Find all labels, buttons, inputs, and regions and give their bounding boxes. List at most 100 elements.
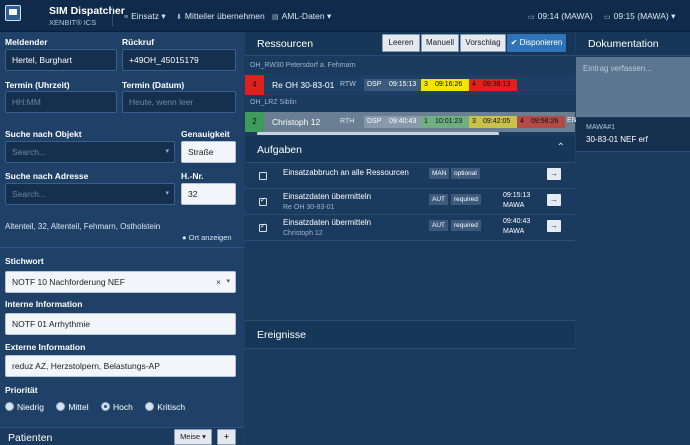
status-code: 1 [421, 116, 432, 128]
task-mode: AUT [429, 220, 448, 231]
top-bar: SIM Dispatcher XENBIT® ICS ≡ Einsatz ▾ ⬇ M… [0, 0, 690, 32]
meldender-field[interactable]: Hertel, Burghart [5, 49, 117, 71]
radio-niedrig[interactable] [5, 402, 14, 412]
stichwort-label: Stichwort [5, 256, 44, 266]
screen-icon: ▭ [528, 14, 535, 21]
task-checkbox[interactable] [259, 222, 267, 232]
hnr-field[interactable]: 32 [181, 183, 236, 205]
execute-task-icon[interactable]: → [547, 194, 561, 206]
app-logo [5, 5, 45, 27]
resource-row[interactable]: 2 Christoph 12 RTH DSP 09:40:43 1 10:01:… [245, 112, 577, 132]
add-patient-button[interactable]: + [217, 429, 236, 445]
chevron-down-icon: ▾ [327, 11, 332, 21]
radio-mittel[interactable] [56, 402, 66, 412]
resource-type: RTH [340, 118, 355, 125]
app-subtitle: XENBIT® ICS [49, 18, 97, 27]
dokumentation-header: Dokumentation [576, 32, 690, 56]
dokumentation-title: Dokumentation [588, 38, 659, 50]
divider [0, 247, 244, 248]
ort-anzeigen-link[interactable]: ● Ort anzeigen [182, 233, 232, 242]
stichwort-select[interactable]: NOTF 10 Nachforderung NEF × ▾ [5, 271, 236, 293]
suche-objekt-input[interactable]: Search... ▾ [5, 141, 175, 163]
clock-2[interactable]: ▭ 09:15 (MAWA) ▾ [604, 11, 675, 22]
leeren-button[interactable]: Leeren [382, 34, 420, 52]
interne-label: Interne Information [5, 299, 83, 309]
status-time: 09:40:43 [386, 116, 421, 128]
hnr-label: H.-Nr. [181, 171, 204, 181]
status-badge: 4 [245, 75, 264, 95]
app-title: SIM Dispatcher [49, 5, 125, 17]
externe-field[interactable]: reduz AZ, Herzstolpern, Belastungs-AP [5, 355, 236, 377]
menu-einsatz[interactable]: ≡ Einsatz ▾ [124, 11, 166, 22]
status-time: 09:15:13 [386, 79, 421, 91]
task-checkbox[interactable] [259, 196, 267, 206]
user-import-icon: ⬇ [176, 14, 182, 21]
status-time: 09:16:26 [432, 79, 469, 91]
ereignisse-header[interactable]: Ereignisse [245, 320, 575, 349]
meise-dropdown[interactable]: Meise ▾ [174, 429, 212, 445]
entry-user: MAWA#1 [586, 124, 616, 131]
status-time: 09:58:26 [528, 116, 565, 128]
termin-datum-label: Termin (Datum) [122, 80, 185, 90]
genauigkeit-label: Genauigkeit [181, 129, 230, 139]
status-time: 09:42:05 [480, 116, 517, 128]
dsp-label: DSP [364, 79, 386, 91]
suche-objekt-label: Suche nach Objekt [5, 129, 82, 139]
status-code: 4 [469, 79, 480, 91]
patienten-header: Patienten Meise ▾ + [0, 427, 244, 445]
check-icon: ✔ [510, 38, 518, 47]
status-code: 3 [421, 79, 432, 91]
radio-hoch[interactable] [101, 402, 110, 412]
screen-icon: ▭ [604, 14, 611, 21]
suche-adresse-input[interactable]: Search... ▾ [5, 183, 175, 205]
resource-group-label: OH_RW30 Petersdorf a. Fehmarn [250, 62, 356, 69]
rueckruf-field[interactable]: +49OH_45015179 [122, 49, 236, 71]
task-user: MAWA [503, 228, 525, 235]
task-row[interactable]: Einsatzdaten übermitteln Re OH 30-83-01 … [245, 189, 575, 215]
chevron-down-icon: ▾ [165, 190, 169, 197]
termin-datum-field[interactable]: Heute, wenn leer [122, 91, 236, 113]
clear-icon[interactable]: × [216, 272, 221, 292]
execute-task-icon[interactable]: → [547, 220, 561, 232]
prioritaet-label: Priorität [5, 385, 38, 395]
suche-adresse-label: Suche nach Adresse [5, 171, 89, 181]
map-pin-icon: ● [182, 233, 187, 242]
task-title: Einsatzdaten übermitteln [283, 192, 372, 201]
middle-column: Ressourcen Leeren Manuell Vorschlag ✔ Di… [245, 32, 577, 445]
externe-label: Externe Information [5, 342, 86, 352]
task-row[interactable]: Einsatzdaten übermitteln Christoph 12 AU… [245, 215, 575, 241]
interne-field[interactable]: NOTF 01 Arrhythmie [5, 313, 236, 335]
task-requirement: optional [451, 168, 480, 179]
resource-group-label: OH_LRZ Siblin [250, 99, 297, 106]
aufgaben-header: Aufgaben ⌃ [245, 136, 575, 163]
task-mode: AUT [429, 194, 448, 205]
status-time: 10:01:23 [432, 116, 469, 128]
chevron-down-icon: ▾ [161, 11, 166, 21]
clock-1[interactable]: ▭ 09:14 (MAWA) [528, 11, 593, 21]
menu-aml[interactable]: ▤ AML-Daten ▾ [272, 11, 331, 22]
menu-mitteiler[interactable]: ⬇ Mitteiler übernehmen [176, 11, 265, 21]
resource-row[interactable]: 4 Re OH 30-83-01 RTW DSP 09:15:13 3 09:1… [245, 75, 575, 95]
execute-task-icon[interactable]: → [547, 168, 561, 180]
genauigkeit-select[interactable]: Straße [181, 141, 236, 163]
radio-kritisch[interactable] [145, 402, 155, 412]
resource-name: Christoph 12 [272, 117, 321, 127]
dokumentation-textarea[interactable]: Eintrag verfassen... [576, 57, 690, 117]
task-row[interactable]: Einsatzabbruch an alle Ressourcen MAN op… [245, 163, 575, 189]
chevron-up-icon[interactable]: ⌃ [557, 142, 565, 153]
list-icon: ≡ [124, 14, 129, 21]
manuell-button[interactable]: Manuell [421, 34, 459, 52]
task-checkbox[interactable] [259, 172, 267, 180]
resource-name: Re OH 30-83-01 [272, 80, 335, 90]
task-title: Einsatzabbruch an alle Ressourcen [283, 168, 409, 177]
task-title: Einsatzdaten übermitteln [283, 218, 372, 227]
vorschlag-button[interactable]: Vorschlag [460, 34, 506, 52]
termin-zeit-field[interactable]: HH:MM [5, 91, 117, 113]
dokumentation-entry: MAWA#1 30-83-01 NEF erf [576, 118, 690, 152]
task-time: 09:15:13 [503, 192, 531, 199]
meldender-label: Meldender [5, 37, 48, 47]
ressourcen-title: Ressourcen [257, 38, 314, 50]
chevron-down-icon: ▾ [202, 432, 206, 441]
disponieren-button[interactable]: ✔ Disponieren [507, 34, 566, 52]
horizontal-scrollbar[interactable] [257, 132, 499, 135]
